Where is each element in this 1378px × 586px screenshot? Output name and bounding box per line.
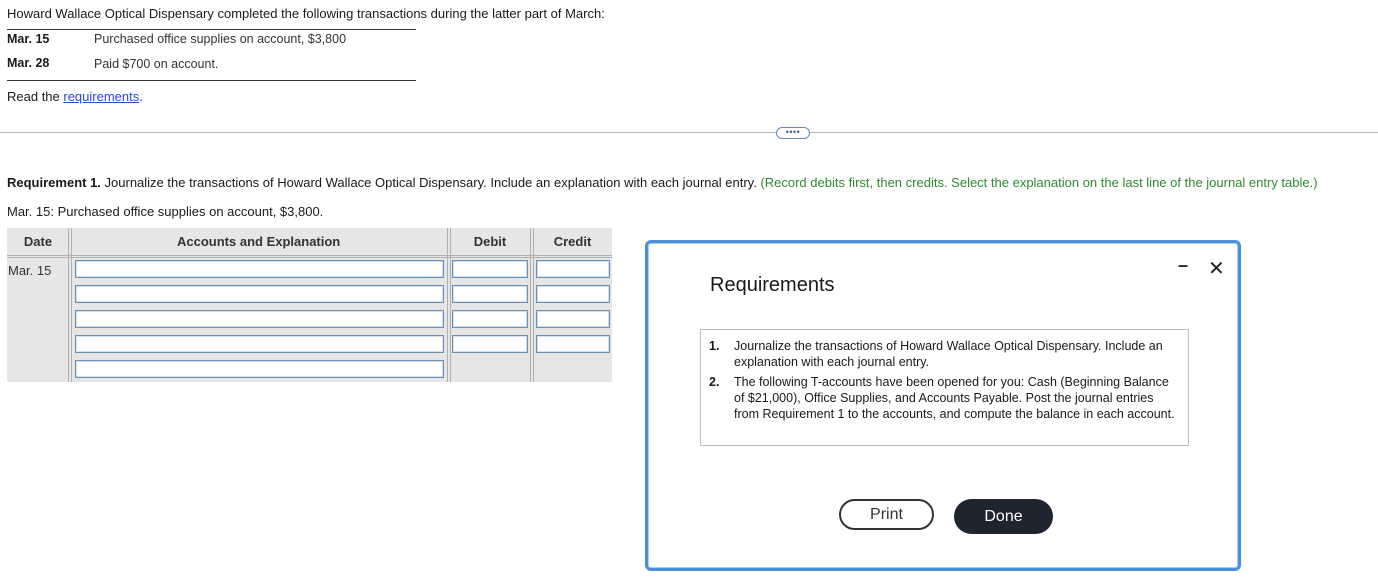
transaction-sub-label: Mar. 15: Purchased office supplies on ac… [7,204,324,219]
requirement-1-label: Requirement 1. [7,175,101,190]
journal-date: Mar. 15 [8,263,52,278]
credit-input[interactable] [536,335,610,353]
transactions-bottom-rule [7,80,416,81]
credit-input[interactable] [536,260,610,278]
read-requirements-line: Read the requirements. [7,89,143,104]
requirements-dialog: Requirements – ✕ 1. Journalize the trans… [645,240,1241,571]
requirement-1-hint: (Record debits first, then credits. Sele… [760,175,1318,190]
debit-input[interactable] [452,310,528,328]
transactions-top-rule [7,29,416,30]
print-button[interactable]: Print [839,499,934,530]
transaction-description: Purchased office supplies on account, $3… [94,32,347,46]
date-column-header: Date [23,234,53,249]
column-divider [68,228,72,382]
requirements-link[interactable]: requirements [63,89,139,104]
debit-column-header: Debit [473,234,507,249]
account-input[interactable] [75,260,444,278]
list-item-number: 2. [709,375,720,389]
column-divider [530,228,534,382]
minimize-icon[interactable]: – [1178,255,1188,276]
debit-input[interactable] [452,335,528,353]
close-icon[interactable]: ✕ [1208,256,1225,281]
transaction-description: Paid $700 on account. [94,57,219,71]
list-item-number: 1. [709,339,720,353]
account-input[interactable] [75,335,444,353]
problem-intro: Howard Wallace Optical Dispensary comple… [7,6,605,21]
explanation-input[interactable] [75,360,444,378]
requirements-list: 1. Journalize the transactions of Howard… [700,329,1189,446]
debit-input[interactable] [452,285,528,303]
list-item-text: Journalize the transactions of Howard Wa… [734,339,1163,369]
read-prefix: Read the [7,89,64,104]
header-rule [7,255,612,258]
credit-input[interactable] [536,285,610,303]
list-item-text: The following T-accounts have been opene… [734,375,1175,421]
credit-column-header: Credit [553,234,592,249]
done-button[interactable]: Done [954,499,1053,534]
column-divider [447,228,451,382]
expand-ellipsis-button[interactable]: •••• [776,127,810,139]
dialog-title: Requirements [710,274,835,296]
account-input[interactable] [75,310,444,328]
requirement-1-instructions: Requirement 1. Journalize the transactio… [7,175,1318,190]
accounts-column-header: Accounts and Explanation [177,234,341,249]
debit-input[interactable] [452,260,528,278]
section-divider [0,132,1378,133]
account-input[interactable] [75,285,444,303]
list-item: 2. The following T-accounts have been op… [709,374,1178,422]
read-suffix: . [139,89,143,104]
transaction-date: Mar. 15 [7,32,50,46]
credit-input[interactable] [536,310,610,328]
requirement-1-text: Journalize the transactions of Howard Wa… [100,175,761,190]
list-item: 1. Journalize the transactions of Howard… [709,338,1178,370]
journal-entry-table: Date Accounts and Explanation Debit Cred… [7,228,612,382]
transaction-date: Mar. 28 [7,56,50,70]
